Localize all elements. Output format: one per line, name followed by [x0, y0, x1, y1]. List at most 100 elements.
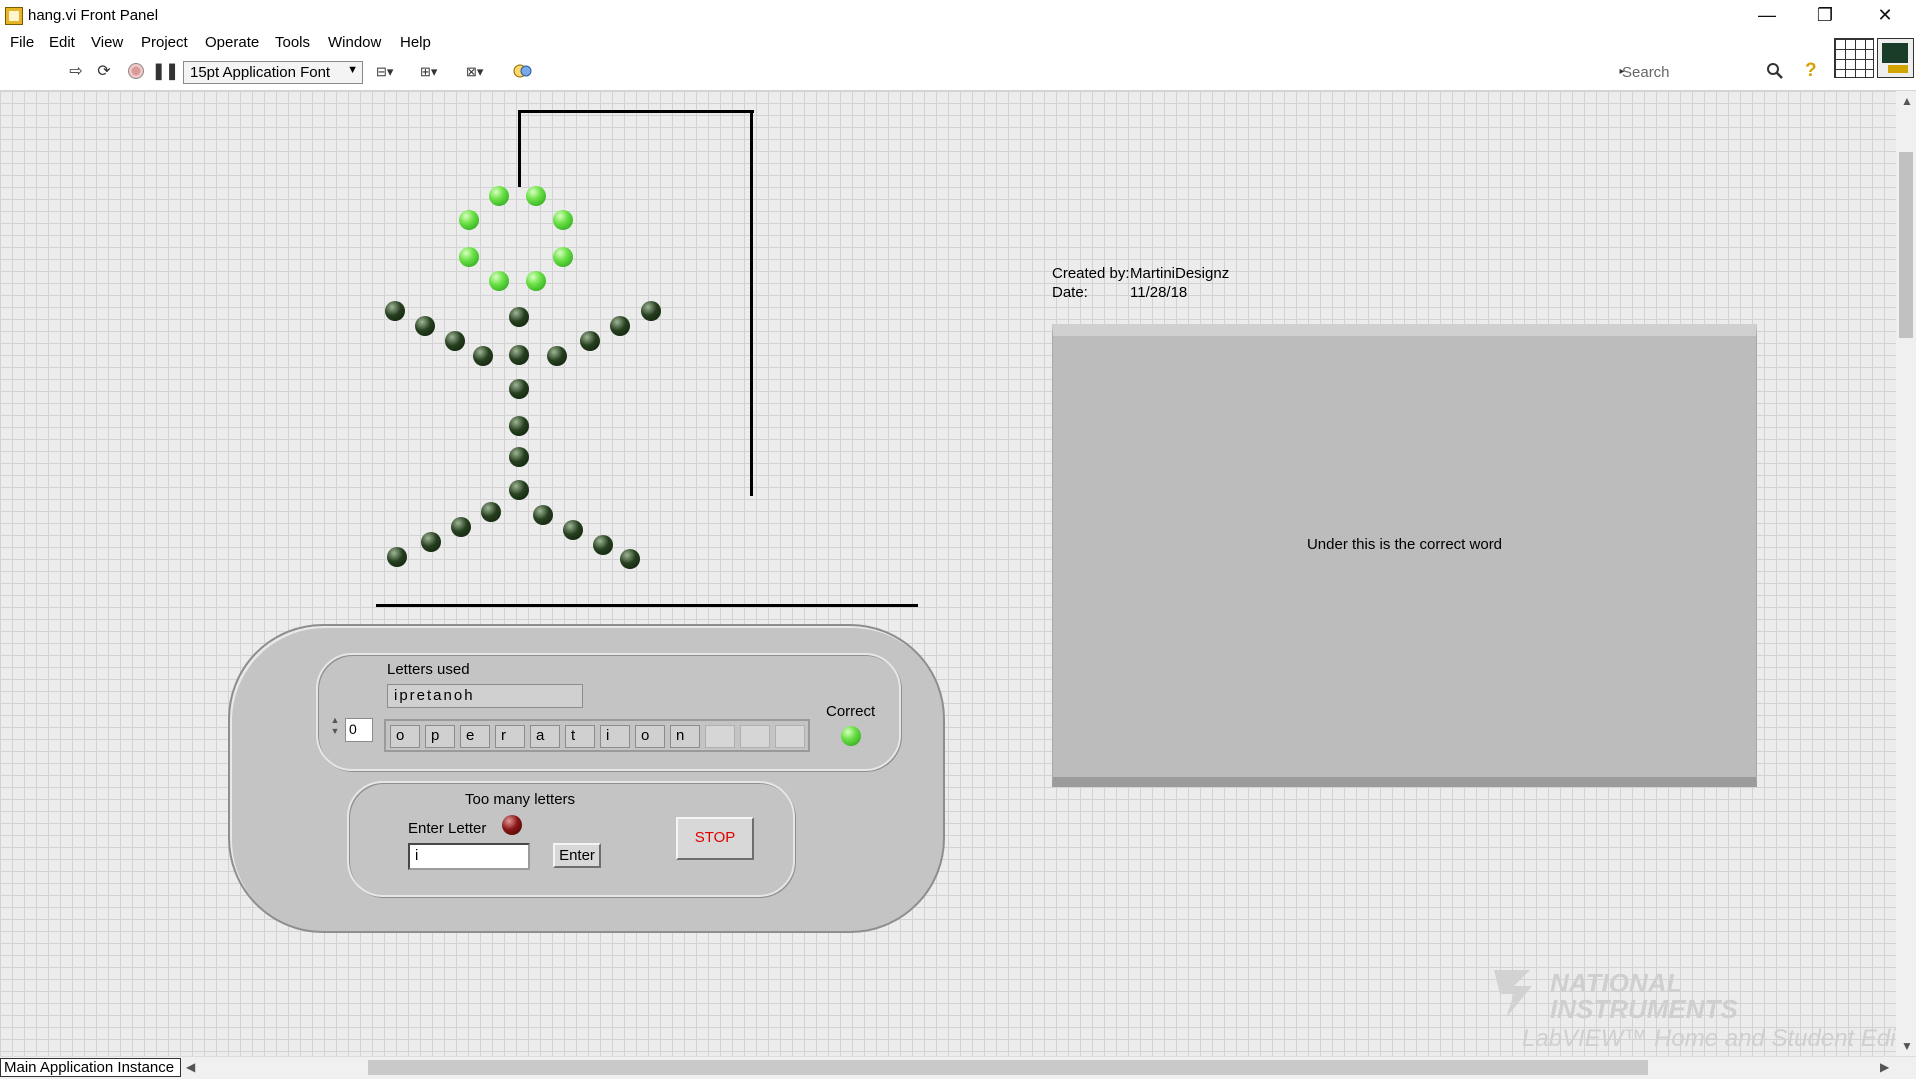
- body-led: [509, 345, 529, 365]
- menu-project[interactable]: Project: [141, 34, 188, 51]
- menu-edit[interactable]: Edit: [49, 34, 75, 51]
- scroll-right-icon[interactable]: ▶: [1880, 1060, 1889, 1074]
- letters-used-indicator: ipretanoh: [387, 684, 583, 708]
- correct-word-cover: Under this is the correct word: [1052, 324, 1757, 787]
- array-index-value[interactable]: 0: [345, 718, 373, 742]
- correct-word-hint: Under this is the correct word: [1306, 536, 1503, 553]
- right-arm-led: [610, 316, 630, 336]
- letter-cell: p: [425, 725, 455, 748]
- scroll-left-icon[interactable]: ◀: [186, 1060, 195, 1074]
- reorder-icon[interactable]: [512, 62, 546, 82]
- resize-objects-icon[interactable]: ⊠▾: [466, 62, 500, 82]
- letter-cell-empty: [775, 725, 805, 748]
- letter-cell: a: [530, 725, 560, 748]
- menu-bar: File Edit View Project Operate Tools Win…: [0, 31, 1916, 55]
- ni-edition: LabVIEW™ Home and Student Edition: [1522, 1025, 1896, 1052]
- restore-button[interactable]: ❐: [1796, 0, 1854, 31]
- letter-cell: e: [460, 725, 490, 748]
- credits: Created by:MartiniDesignz Date: 11/28/18: [1052, 264, 1229, 302]
- right-leg-led: [593, 535, 613, 555]
- front-panel: Created by:MartiniDesignz Date: 11/28/18 …: [0, 91, 1896, 1056]
- search-icon[interactable]: [1766, 62, 1784, 85]
- align-objects-icon[interactable]: ⊟▾: [376, 62, 410, 82]
- enter-letter-label: Enter Letter: [408, 820, 487, 837]
- stop-button[interactable]: STOP: [676, 817, 754, 860]
- ni-line-1: NATIONAL: [1550, 968, 1683, 998]
- labview-app-icon: [5, 7, 23, 25]
- too-many-letters-label: Too many letters: [465, 791, 576, 808]
- right-arm-led: [641, 301, 661, 321]
- head-led: [526, 186, 546, 206]
- right-arm-led: [580, 331, 600, 351]
- letter-cell: i: [600, 725, 630, 748]
- help-icon[interactable]: ?: [1805, 60, 1817, 82]
- font-dropdown-value: 15pt Application Font: [190, 64, 331, 81]
- menu-help[interactable]: Help: [400, 34, 431, 51]
- head-led: [526, 271, 546, 291]
- left-arm-led: [445, 331, 465, 351]
- head-led: [489, 186, 509, 206]
- array-index-control[interactable]: ▲ ▼ 0: [328, 715, 376, 748]
- font-dropdown[interactable]: 15pt Application Font ▼: [183, 61, 363, 84]
- menu-operate[interactable]: Operate: [205, 34, 259, 51]
- close-button[interactable]: ✕: [1856, 0, 1914, 31]
- letters-used-label: Letters used: [387, 661, 470, 678]
- left-arm-led: [473, 346, 493, 366]
- body-led: [509, 416, 529, 436]
- left-leg-led: [421, 532, 441, 552]
- vi-icon[interactable]: [1877, 38, 1914, 78]
- head-led: [553, 247, 573, 267]
- letter-cell-empty: [740, 725, 770, 748]
- right-leg-led: [620, 549, 640, 569]
- horizontal-scroll-thumb[interactable]: [368, 1060, 1648, 1075]
- word-letters-array: o p e r a t i o n: [384, 719, 810, 752]
- head-led: [459, 210, 479, 230]
- gallows-base: [376, 604, 918, 607]
- pause-icon[interactable]: ❚❚: [152, 62, 179, 82]
- date-value: 11/28/18: [1130, 284, 1188, 301]
- left-leg-led: [481, 502, 501, 522]
- left-leg-led: [451, 517, 471, 537]
- right-leg-led: [563, 520, 583, 540]
- head-led: [489, 271, 509, 291]
- right-arm-led: [547, 346, 567, 366]
- date-label: Date:: [1052, 284, 1088, 301]
- abort-icon[interactable]: [126, 62, 146, 82]
- vertical-scrollbar[interactable]: ▲ ▼: [1896, 91, 1916, 1056]
- horizontal-scrollbar[interactable]: Main Application Instance ◀ ▶: [0, 1056, 1916, 1079]
- correct-label: Correct: [826, 703, 876, 720]
- body-led: [509, 447, 529, 467]
- left-arm-led: [415, 316, 435, 336]
- letter-cell-empty: [705, 725, 735, 748]
- title-bar: hang.vi Front Panel — ❐ ✕: [0, 0, 1916, 31]
- enter-button[interactable]: Enter: [553, 843, 601, 868]
- letter-cell: o: [635, 725, 665, 748]
- scroll-down-icon[interactable]: ▼: [1901, 1039, 1913, 1053]
- created-by-value: MartiniDesignz: [1130, 265, 1230, 282]
- menu-tools[interactable]: Tools: [275, 34, 310, 51]
- index-spinner-icon[interactable]: ▲ ▼: [328, 715, 342, 748]
- chevron-down-icon: ▼: [347, 64, 358, 76]
- body-led: [509, 480, 529, 500]
- menu-view[interactable]: View: [91, 34, 123, 51]
- connector-pane-icon[interactable]: [1834, 38, 1874, 78]
- scroll-up-icon[interactable]: ▲: [1901, 94, 1913, 108]
- created-by-label: Created by:: [1052, 265, 1130, 282]
- menu-window[interactable]: Window: [328, 34, 381, 51]
- ni-line-2: INSTRUMENTS: [1550, 994, 1738, 1024]
- vertical-scroll-thumb[interactable]: [1899, 152, 1913, 338]
- letter-cell: r: [495, 725, 525, 748]
- letter-cell: t: [565, 725, 595, 748]
- left-leg-led: [387, 547, 407, 567]
- gallows-post: [750, 110, 753, 496]
- head-led: [553, 210, 573, 230]
- correct-led: [841, 726, 861, 746]
- run-continuously-icon[interactable]: ⟳: [94, 62, 114, 82]
- letter-cell: n: [670, 725, 700, 748]
- minimize-button[interactable]: —: [1738, 0, 1796, 31]
- run-arrow-icon[interactable]: ⇨: [66, 62, 86, 82]
- application-instance[interactable]: Main Application Instance: [0, 1058, 181, 1077]
- menu-file[interactable]: File: [10, 34, 34, 51]
- enter-letter-input[interactable]: i: [408, 843, 530, 870]
- distribute-objects-icon[interactable]: ⊞▾: [420, 62, 454, 82]
